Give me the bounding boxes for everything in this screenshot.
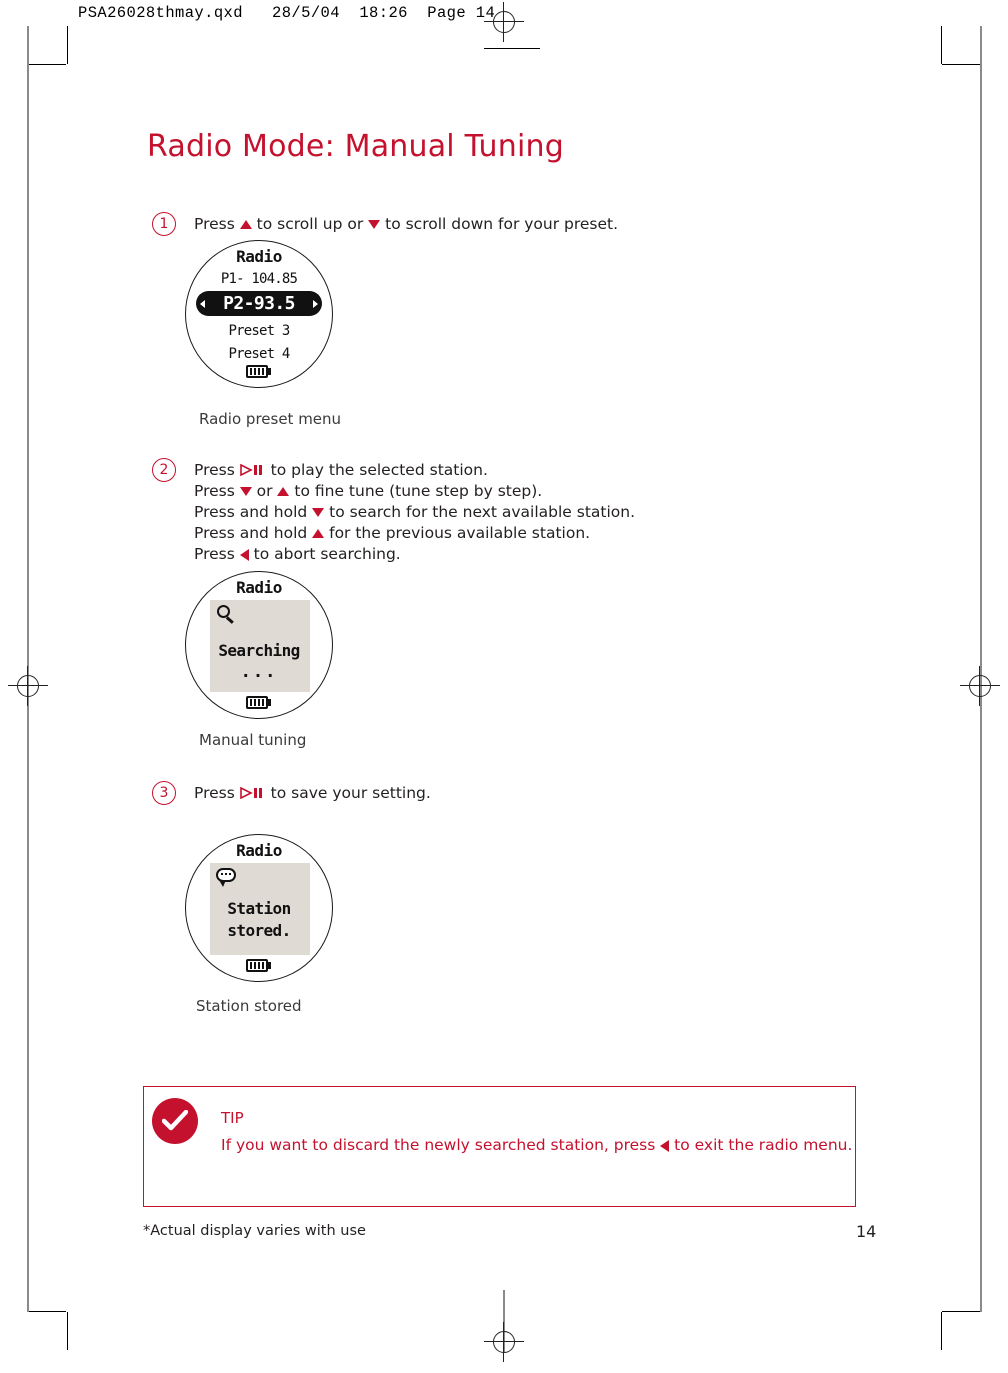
- step2l4-seg-a: Press and hold: [194, 524, 313, 542]
- tip-body: If you want to discard the newly searche…: [221, 1136, 852, 1154]
- step3-seg-b: to save your setting.: [265, 784, 431, 802]
- step1-seg-b: to scroll up or: [251, 215, 369, 233]
- step-text-2-line-5: Press to abort searching.: [194, 544, 401, 565]
- check-circle-icon: [152, 1098, 198, 1144]
- triangle-down-icon: [239, 487, 252, 496]
- step2l3-seg-b: to search for the next available station…: [324, 503, 636, 521]
- page-content: Radio Mode: Manual Tuning 1 Press to scr…: [0, 0, 1008, 1373]
- lcd1-row-2-selected: P2-93.5: [196, 291, 322, 316]
- speech-bubble-icon: [216, 868, 238, 888]
- triangle-left-icon: [239, 548, 249, 561]
- triangle-up-icon: [312, 529, 325, 538]
- battery-icon: [246, 959, 272, 972]
- step-text-2-line-3: Press and hold to search for the next av…: [194, 502, 635, 523]
- tip-body-before: If you want to discard the newly searche…: [221, 1136, 661, 1154]
- tip-heading: TIP: [221, 1109, 244, 1127]
- step3-seg-a: Press: [194, 784, 240, 802]
- lcd3-status-line-2: stored.: [227, 921, 291, 940]
- lcd3-status-line-1: Station: [227, 899, 291, 918]
- step2l3-seg-a: Press and hold: [194, 503, 313, 521]
- lcd1-row-2-label: P2-93.5: [223, 293, 295, 314]
- triangle-down-icon: [312, 508, 325, 517]
- step1-seg-c: to scroll down for your preset.: [380, 215, 619, 233]
- battery-icon: [246, 696, 272, 709]
- step-text-2-line-2: Press or to fine tune (tune step by step…: [194, 481, 542, 502]
- chevron-left-icon: [200, 300, 205, 308]
- step-text-2-line-1: Press to play the selected station.: [194, 460, 488, 481]
- step2l5-seg-b: to abort searching.: [248, 545, 401, 563]
- footnote: *Actual display varies with use: [143, 1223, 366, 1239]
- step-text-2-line-4: Press and hold for the previous availabl…: [194, 523, 590, 544]
- step-number-1: 1: [152, 212, 176, 236]
- tip-body-after: to exit the radio menu.: [669, 1136, 853, 1154]
- page-title: Radio Mode: Manual Tuning: [147, 129, 564, 164]
- lcd1-row-3: Preset 3: [228, 323, 290, 339]
- triangle-up-icon: [239, 220, 252, 229]
- lcd2-status-text: Searching: [218, 641, 300, 660]
- step-number-3: 3: [152, 781, 176, 805]
- lcd-display-station-stored: Radio Station stored.: [185, 834, 333, 982]
- step-text-1: Press to scroll up or to scroll down for…: [194, 214, 618, 235]
- step-text-3: Press to save your setting.: [194, 783, 431, 804]
- caption-manual-tuning: Manual tuning: [199, 731, 307, 749]
- caption-station-stored: Station stored: [196, 997, 302, 1015]
- step1-seg-a: Press: [194, 215, 240, 233]
- battery-icon: [246, 365, 272, 378]
- step2l1-seg-a: Press: [194, 461, 240, 479]
- lcd1-row-4: Preset 4: [228, 346, 290, 362]
- step2l2-seg-a: Press: [194, 482, 240, 500]
- lcd2-header: Radio: [236, 578, 282, 597]
- manual-page: PSA26028thmay.qxd 28/5/04 18:26 Page 14 …: [0, 0, 1008, 1373]
- lcd1-row-1: P1- 104.85: [220, 271, 298, 287]
- search-icon: [217, 605, 237, 625]
- lcd3-header: Radio: [236, 841, 282, 860]
- lcd-display-manual-tuning: Radio Searching ...: [185, 571, 333, 719]
- lcd2-dots: ...: [240, 662, 278, 682]
- step2l2-seg-c: to fine tune (tune step by step).: [289, 482, 543, 500]
- play-pause-icon: [239, 463, 262, 477]
- step2l4-seg-b: for the previous available station.: [324, 524, 591, 542]
- page-number: 14: [856, 1222, 877, 1241]
- step2l1-seg-b: to play the selected station.: [265, 461, 488, 479]
- step2l5-seg-a: Press: [194, 545, 240, 563]
- triangle-up-icon: [277, 487, 290, 496]
- lcd-display-radio-preset-menu: Radio P1- 104.85 P2-93.5 Preset 3 Preset…: [185, 240, 333, 388]
- lcd1-header: Radio: [236, 247, 282, 266]
- chevron-right-icon: [313, 300, 318, 308]
- triangle-down-icon: [368, 220, 381, 229]
- step-number-2: 2: [152, 458, 176, 482]
- caption-radio-preset-menu: Radio preset menu: [199, 410, 342, 428]
- step2l2-seg-b: or: [251, 482, 278, 500]
- play-pause-icon: [239, 786, 262, 800]
- triangle-left-icon: [660, 1139, 670, 1152]
- check-mark: [162, 1110, 188, 1131]
